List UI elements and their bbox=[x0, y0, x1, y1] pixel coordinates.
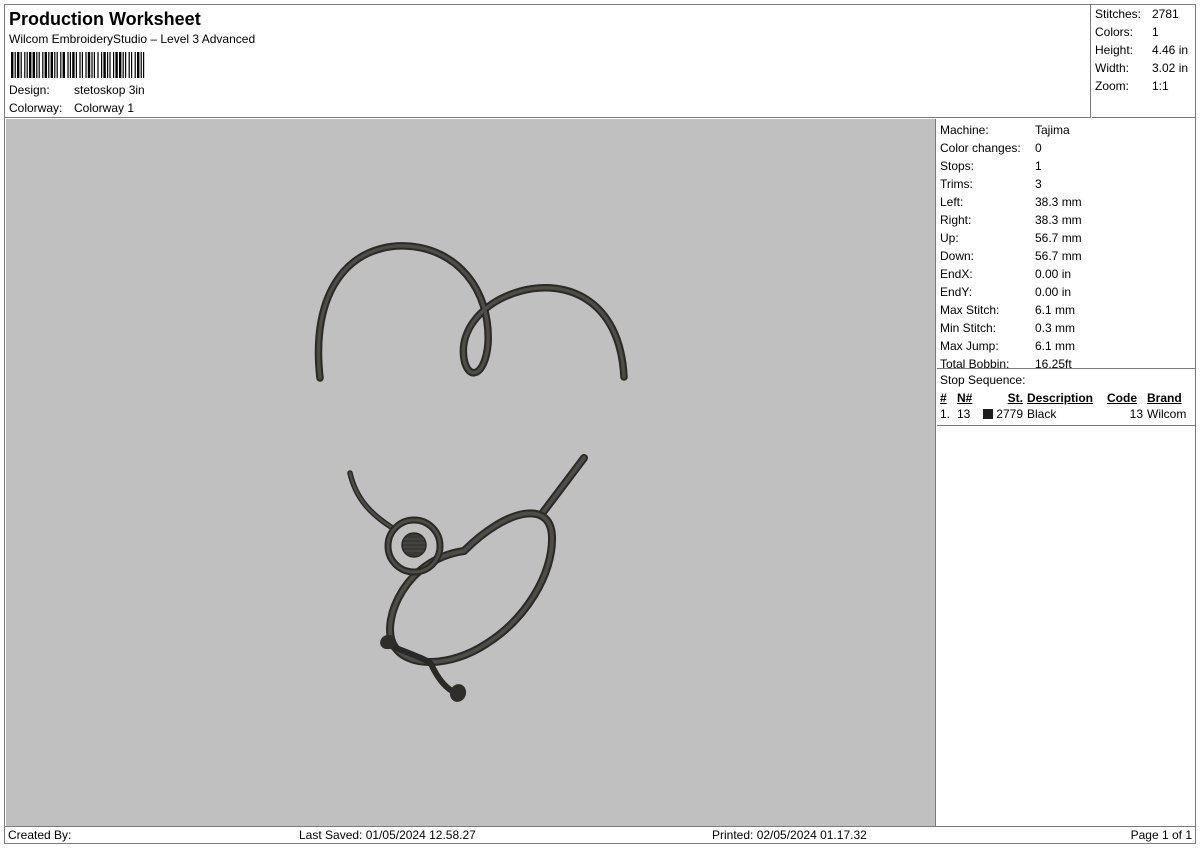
barcode-bar bbox=[38, 52, 40, 78]
barcode-bar bbox=[62, 52, 65, 78]
design-value: stetoskop 3in bbox=[74, 83, 145, 97]
machine-row: Color changes: 0 bbox=[940, 141, 1042, 155]
barcode-bar bbox=[56, 52, 58, 78]
worksheet-frame: Production Worksheet Wilcom EmbroiderySt… bbox=[4, 4, 1196, 844]
barcode-bar bbox=[14, 52, 16, 78]
stop-sequence-heading: Stop Sequence: bbox=[940, 373, 1026, 387]
barcode-bar bbox=[29, 52, 32, 78]
barcode-bar bbox=[125, 52, 127, 78]
barcode-bar bbox=[109, 52, 111, 78]
column-header: N# bbox=[957, 391, 973, 405]
design-label: Design: bbox=[9, 83, 50, 97]
machine-row: Stops: 1 bbox=[940, 159, 1042, 173]
machine-row: Down: 56.7 mm bbox=[940, 249, 1082, 263]
created-by: Created By: bbox=[8, 828, 72, 842]
page-title: Production Worksheet bbox=[9, 9, 201, 29]
barcode-image bbox=[11, 52, 145, 78]
barcode-bar bbox=[20, 52, 22, 78]
barcode-bar bbox=[17, 52, 20, 78]
machine-row: Max Stitch: 6.1 mm bbox=[940, 303, 1076, 317]
machine-row: Machine: Tajima bbox=[940, 123, 1070, 137]
stethoscope-tube-left bbox=[314, 242, 628, 382]
machine-row: Trims: 3 bbox=[940, 177, 1042, 191]
barcode-bar bbox=[24, 52, 26, 78]
stethoscope-diaphragm bbox=[401, 532, 427, 558]
barcode-bar bbox=[26, 52, 28, 78]
barcode-bar bbox=[128, 52, 130, 78]
summary-row: Height: 4.46 in bbox=[1095, 43, 1189, 57]
barcode-bar bbox=[137, 52, 140, 78]
thread-color-swatch bbox=[982, 409, 993, 419]
last-saved: Last Saved: 01/05/2024 12.58.27 bbox=[299, 828, 476, 842]
column-header: Description bbox=[1027, 391, 1094, 405]
barcode-bar bbox=[85, 52, 87, 78]
machine-row: EndY: 0.00 in bbox=[940, 285, 1072, 299]
barcode-bar bbox=[134, 52, 136, 78]
barcode-bar bbox=[103, 52, 106, 78]
barcode-bar bbox=[113, 52, 115, 78]
machine-row: Left: 38.3 mm bbox=[940, 195, 1082, 209]
colorway-label: Colorway: bbox=[9, 101, 63, 115]
stop-sequence-table: # N# St. Description Code Brand 1. 13 27… bbox=[938, 390, 1193, 422]
barcode-bar bbox=[115, 52, 118, 78]
barcode-bar bbox=[122, 52, 124, 78]
column-header: Brand bbox=[1147, 391, 1182, 405]
stethoscope-chest-tube bbox=[347, 470, 394, 530]
barcode-bar bbox=[42, 52, 44, 78]
stethoscope-embroidery-illustration bbox=[314, 242, 628, 702]
barcode-bar bbox=[69, 52, 71, 78]
summary-row: Colors: 1 bbox=[1095, 25, 1159, 39]
barcode-bar bbox=[91, 52, 93, 78]
summary-row: Stitches: 2781 bbox=[1095, 7, 1179, 21]
barcode-bar bbox=[79, 52, 81, 78]
barcode-bar bbox=[44, 52, 47, 78]
worksheet-footer: Created By: Last Saved: 01/05/2024 12.58… bbox=[5, 826, 1196, 844]
barcode-bar bbox=[143, 52, 145, 78]
worksheet-header: Production Worksheet Wilcom EmbroiderySt… bbox=[5, 5, 1091, 118]
stethoscope-earpiece-right bbox=[449, 684, 467, 702]
barcode-bar bbox=[140, 52, 142, 78]
barcode-bar bbox=[50, 52, 53, 78]
stop-sequence-header-row: # N# St. Description Code Brand bbox=[938, 390, 1193, 406]
barcode-bar bbox=[107, 52, 109, 78]
machine-details-panel: Machine: Tajima Color changes: 0 Stops: 1 T… bbox=[937, 119, 1196, 371]
design-row: Design: stetoskop 3in bbox=[9, 83, 145, 98]
machine-row: EndX: 0.00 in bbox=[940, 267, 1072, 281]
barcode-bar bbox=[81, 52, 83, 78]
barcode-bar bbox=[32, 52, 35, 78]
barcode-bar bbox=[131, 52, 133, 78]
software-subtitle: Wilcom EmbroideryStudio – Level 3 Advanc… bbox=[9, 32, 256, 46]
machine-row: Min Stitch: 0.3 mm bbox=[940, 321, 1076, 335]
barcode-bar bbox=[75, 52, 77, 78]
divider bbox=[937, 425, 1196, 426]
column-header: # bbox=[940, 391, 947, 405]
printed-date: Printed: 02/05/2024 01.17.32 bbox=[712, 828, 867, 842]
barcode-bar bbox=[87, 52, 91, 78]
machine-row: Max Jump: 6.1 mm bbox=[940, 339, 1076, 353]
barcode-bar bbox=[36, 52, 38, 78]
colorway-value: Colorway 1 bbox=[74, 101, 135, 115]
column-header: St. bbox=[1007, 391, 1023, 405]
barcode-bar bbox=[48, 52, 50, 78]
design-preview-canvas bbox=[6, 119, 936, 826]
barcode-bar bbox=[72, 52, 75, 78]
barcode-bar bbox=[67, 52, 69, 78]
design-summary: Stitches: 2781 Colors: 1 Height: 4.46 in Wi… bbox=[1092, 5, 1196, 118]
barcode-bar bbox=[119, 52, 122, 78]
page-number: Page 1 of 1 bbox=[1130, 828, 1192, 842]
summary-row: Width: 3.02 in bbox=[1095, 61, 1189, 75]
machine-row: Up: 56.7 mm bbox=[940, 231, 1082, 245]
summary-row: Zoom: 1:1 bbox=[1095, 79, 1169, 93]
barcode-bar bbox=[11, 52, 14, 78]
colorway-row: Colorway: Colorway 1 bbox=[9, 101, 134, 116]
barcode-bar bbox=[60, 52, 62, 78]
barcode-bar bbox=[101, 52, 103, 78]
column-header: Code bbox=[1107, 391, 1137, 405]
machine-row: Right: 38.3 mm bbox=[940, 213, 1082, 227]
barcode-bar bbox=[97, 52, 99, 78]
table-row: 1. 13 2779 Black 13 Wilcom bbox=[940, 407, 1187, 421]
stop-sequence-panel: Stop Sequence: # N# St. Description Code… bbox=[937, 370, 1196, 826]
barcode-bar bbox=[54, 52, 56, 78]
barcode-bar bbox=[93, 52, 95, 78]
